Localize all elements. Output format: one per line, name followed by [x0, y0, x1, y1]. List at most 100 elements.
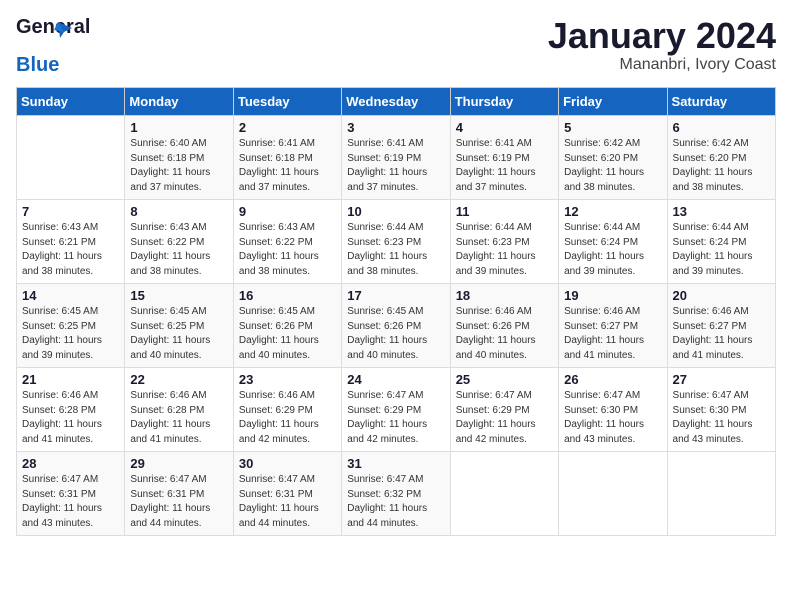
calendar-cell: 7Sunrise: 6:43 AMSunset: 6:21 PMDaylight… [17, 200, 125, 284]
calendar-cell: 28Sunrise: 6:47 AMSunset: 6:31 PMDayligh… [17, 452, 125, 536]
calendar-cell: 21 Sunrise: 6:46 AMSunset: 6:28 PMDayligh… [17, 368, 125, 452]
calendar-cell: 10 Sunrise: 6:44 AMSunset: 6:23 PMDayligh… [342, 200, 450, 284]
header-day-friday: Friday [559, 88, 667, 116]
day-info: Sunrise: 6:42 AMSunset: 6:20 PMDaylight:… [673, 137, 770, 195]
day-number: 13 [673, 204, 770, 219]
day-info: Sunrise: 6:46 AMSunset: 6:27 PMDaylight:… [564, 305, 661, 363]
day-info: Sunrise: 6:45 AMSunset: 6:25 PMDaylight:… [22, 305, 119, 363]
day-number: 26 [564, 372, 661, 387]
header: General Blue January 2024 Mananbri, Ivor… [16, 16, 776, 77]
day-info: Sunrise: 6:41 AMSunset: 6:18 PMDaylight:… [239, 137, 336, 195]
day-number: 2 [239, 120, 336, 135]
logo-bird-icon [50, 18, 72, 40]
day-number: 9 [239, 204, 336, 219]
header-day-wednesday: Wednesday [342, 88, 450, 116]
day-number: 6 [673, 120, 770, 135]
calendar-cell: 1 Sunrise: 6:40 AMSunset: 6:18 PMDaylight… [125, 116, 233, 200]
day-number: 3 [347, 120, 444, 135]
day-info: Sunrise: 6:40 AMSunset: 6:18 PMDaylight:… [130, 137, 227, 195]
day-info: Sunrise: 6:41 AMSunset: 6:19 PMDaylight:… [347, 137, 444, 195]
day-number: 4 [456, 120, 553, 135]
calendar-cell [559, 452, 667, 536]
day-info: Sunrise: 6:46 AMSunset: 6:29 PMDaylight:… [239, 389, 336, 447]
day-number: 20 [673, 288, 770, 303]
day-number: 11 [456, 204, 553, 219]
day-info: Sunrise: 6:46 AMSunset: 6:28 PMDaylight:… [130, 389, 227, 447]
day-number: 29 [130, 456, 227, 471]
calendar-cell: 23Sunrise: 6:46 AMSunset: 6:29 PMDayligh… [233, 368, 341, 452]
week-row-2: 14 Sunrise: 6:45 AMSunset: 6:25 PMDayligh… [17, 284, 776, 368]
day-info: Sunrise: 6:47 AMSunset: 6:29 PMDaylight:… [347, 389, 444, 447]
day-number: 10 [347, 204, 444, 219]
day-number: 19 [564, 288, 661, 303]
day-number: 16 [239, 288, 336, 303]
day-number: 12 [564, 204, 661, 219]
day-info: Sunrise: 6:43 AMSunset: 6:22 PMDaylight:… [130, 221, 227, 279]
header-day-sunday: Sunday [17, 88, 125, 116]
day-info: Sunrise: 6:44 AMSunset: 6:24 PMDaylight:… [673, 221, 770, 279]
day-number: 17 [347, 288, 444, 303]
header-day-tuesday: Tuesday [233, 88, 341, 116]
day-info: Sunrise: 6:45 AMSunset: 6:26 PMDaylight:… [239, 305, 336, 363]
header-day-thursday: Thursday [450, 88, 558, 116]
day-info: Sunrise: 6:47 AMSunset: 6:30 PMDaylight:… [564, 389, 661, 447]
calendar-cell [17, 116, 125, 200]
calendar-cell: 20 Sunrise: 6:46 AMSunset: 6:27 PMDayligh… [667, 284, 775, 368]
calendar-cell: 25 Sunrise: 6:47 AMSunset: 6:29 PMDayligh… [450, 368, 558, 452]
day-number: 1 [130, 120, 227, 135]
calendar-cell [667, 452, 775, 536]
calendar-cell: 4 Sunrise: 6:41 AMSunset: 6:19 PMDaylight… [450, 116, 558, 200]
calendar-cell: 16 Sunrise: 6:45 AMSunset: 6:26 PMDayligh… [233, 284, 341, 368]
logo: General Blue [16, 16, 64, 77]
day-info: Sunrise: 6:46 AMSunset: 6:26 PMDaylight:… [456, 305, 553, 363]
day-info: Sunrise: 6:47 AMSunset: 6:32 PMDaylight:… [347, 473, 444, 531]
day-number: 5 [564, 120, 661, 135]
calendar-cell: 13 Sunrise: 6:44 AMSunset: 6:24 PMDayligh… [667, 200, 775, 284]
calendar-cell: 12 Sunrise: 6:44 AMSunset: 6:24 PMDayligh… [559, 200, 667, 284]
header-day-monday: Monday [125, 88, 233, 116]
calendar-cell: 6 Sunrise: 6:42 AMSunset: 6:20 PMDaylight… [667, 116, 775, 200]
calendar-cell: 3 Sunrise: 6:41 AMSunset: 6:19 PMDaylight… [342, 116, 450, 200]
day-info: Sunrise: 6:45 AMSunset: 6:26 PMDaylight:… [347, 305, 444, 363]
day-number: 18 [456, 288, 553, 303]
day-info: Sunrise: 6:44 AMSunset: 6:23 PMDaylight:… [347, 221, 444, 279]
calendar-cell: 27 Sunrise: 6:47 AMSunset: 6:30 PMDayligh… [667, 368, 775, 452]
day-info: Sunrise: 6:47 AMSunset: 6:31 PMDaylight:… [239, 473, 336, 531]
day-number: 30 [239, 456, 336, 471]
calendar-cell: 9 Sunrise: 6:43 AMSunset: 6:22 PMDaylight… [233, 200, 341, 284]
header-day-saturday: Saturday [667, 88, 775, 116]
day-info: Sunrise: 6:41 AMSunset: 6:19 PMDaylight:… [456, 137, 553, 195]
day-number: 25 [456, 372, 553, 387]
day-info: Sunrise: 6:43 AMSunset: 6:21 PMDaylight:… [22, 221, 119, 279]
calendar-cell: 5Sunrise: 6:42 AMSunset: 6:20 PMDaylight… [559, 116, 667, 200]
calendar-cell: 29 Sunrise: 6:47 AMSunset: 6:31 PMDayligh… [125, 452, 233, 536]
calendar-cell: 22 Sunrise: 6:46 AMSunset: 6:28 PMDayligh… [125, 368, 233, 452]
week-row-3: 21 Sunrise: 6:46 AMSunset: 6:28 PMDayligh… [17, 368, 776, 452]
day-number: 31 [347, 456, 444, 471]
logo-blue: Blue [16, 54, 59, 77]
day-number: 22 [130, 372, 227, 387]
day-info: Sunrise: 6:46 AMSunset: 6:28 PMDaylight:… [22, 389, 119, 447]
day-number: 21 [22, 372, 119, 387]
day-number: 8 [130, 204, 227, 219]
day-info: Sunrise: 6:43 AMSunset: 6:22 PMDaylight:… [239, 221, 336, 279]
header-row: SundayMondayTuesdayWednesdayThursdayFrid… [17, 88, 776, 116]
calendar-cell: 2 Sunrise: 6:41 AMSunset: 6:18 PMDaylight… [233, 116, 341, 200]
day-info: Sunrise: 6:44 AMSunset: 6:23 PMDaylight:… [456, 221, 553, 279]
calendar-cell: 11 Sunrise: 6:44 AMSunset: 6:23 PMDayligh… [450, 200, 558, 284]
month-title: January 2024 [548, 16, 776, 56]
day-info: Sunrise: 6:46 AMSunset: 6:27 PMDaylight:… [673, 305, 770, 363]
day-info: Sunrise: 6:47 AMSunset: 6:30 PMDaylight:… [673, 389, 770, 447]
day-number: 14 [22, 288, 119, 303]
title-area: January 2024 Mananbri, Ivory Coast [548, 16, 776, 74]
calendar-cell: 24Sunrise: 6:47 AMSunset: 6:29 PMDayligh… [342, 368, 450, 452]
day-info: Sunrise: 6:47 AMSunset: 6:31 PMDaylight:… [130, 473, 227, 531]
calendar-cell: 31 Sunrise: 6:47 AMSunset: 6:32 PMDayligh… [342, 452, 450, 536]
calendar-cell: 8 Sunrise: 6:43 AMSunset: 6:22 PMDaylight… [125, 200, 233, 284]
calendar-cell [450, 452, 558, 536]
day-info: Sunrise: 6:44 AMSunset: 6:24 PMDaylight:… [564, 221, 661, 279]
day-number: 15 [130, 288, 227, 303]
day-number: 27 [673, 372, 770, 387]
day-info: Sunrise: 6:47 AMSunset: 6:29 PMDaylight:… [456, 389, 553, 447]
week-row-0: 1 Sunrise: 6:40 AMSunset: 6:18 PMDaylight… [17, 116, 776, 200]
